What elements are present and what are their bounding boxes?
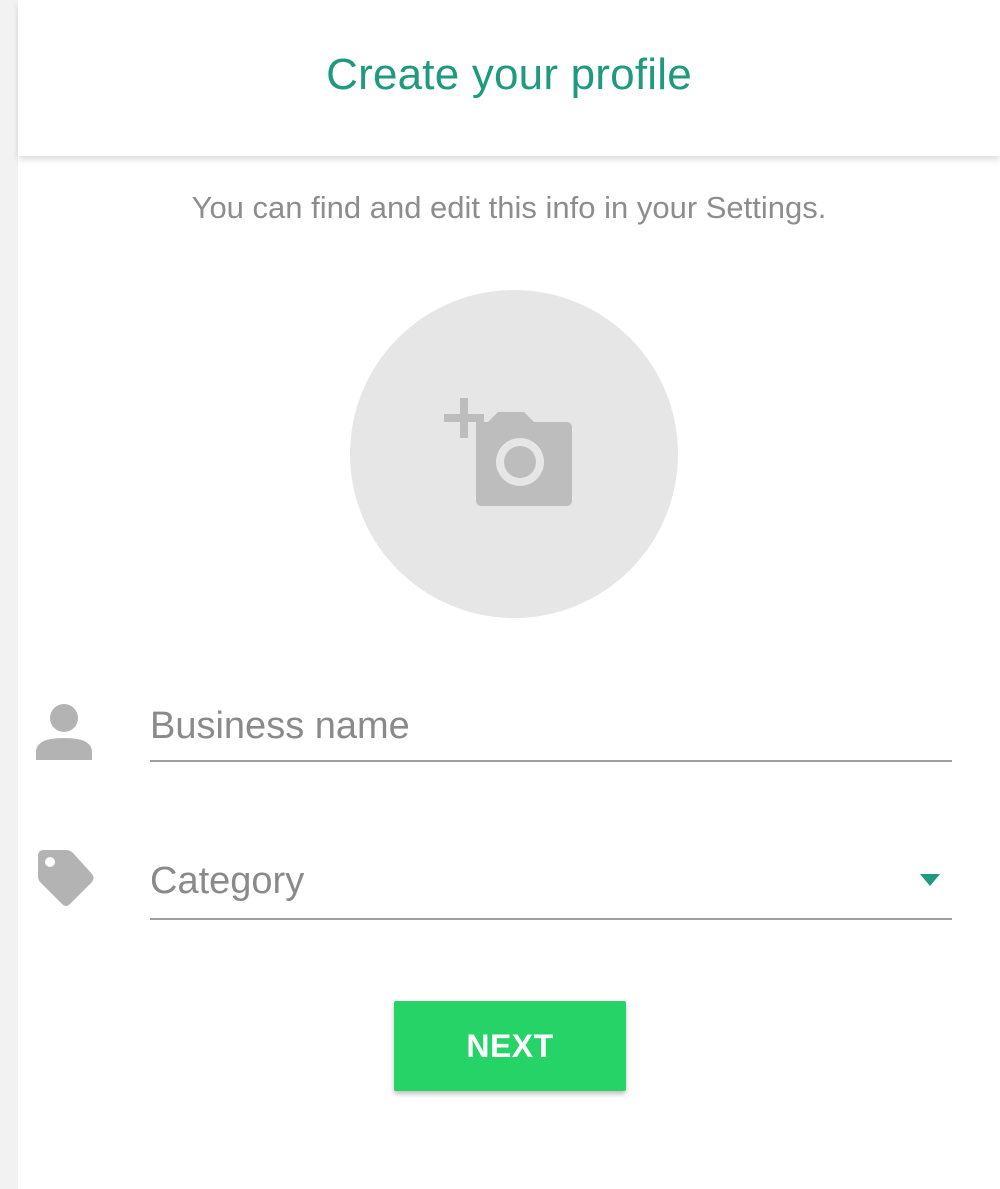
profile-screen: Create your profile You can find and edi… [18, 0, 1000, 1189]
profile-photo-picker[interactable] [350, 290, 678, 618]
app-header: Create your profile [18, 0, 1000, 156]
subtitle-text: You can find and edit this info in your … [191, 190, 827, 225]
next-button[interactable]: NEXT [394, 1001, 626, 1091]
business-name-input[interactable] [150, 696, 952, 756]
add-photo-camera-icon [444, 398, 572, 506]
page-title: Create your profile [326, 50, 692, 99]
category-select[interactable]: Category [150, 854, 952, 920]
category-selected-value: Category [150, 860, 305, 902]
person-icon [36, 704, 92, 760]
tag-icon [38, 850, 94, 906]
dropdown-arrow-icon [920, 874, 940, 886]
business-name-field [150, 696, 952, 762]
